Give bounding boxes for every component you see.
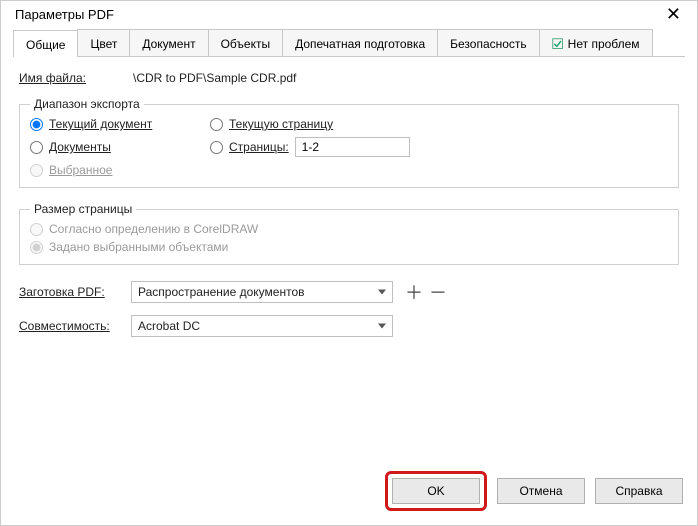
radio-size-corel-input	[30, 223, 43, 236]
tab-objects[interactable]: Объекты	[208, 29, 284, 56]
dialog-content: Общие Цвет Документ Объекты Допечатная п…	[1, 29, 697, 461]
tab-color-label: Цвет	[90, 37, 117, 51]
radio-current-page[interactable]: Текущую страницу	[210, 117, 460, 131]
dialog-window: Параметры PDF ✕ Общие Цвет Документ Объе…	[0, 0, 698, 526]
tab-color[interactable]: Цвет	[77, 29, 130, 56]
check-icon	[552, 38, 564, 50]
preset-row: Заготовка PDF: Распространение документо…	[19, 279, 679, 305]
export-range-legend: Диапазон экспорта	[30, 97, 144, 111]
radio-size-corel-label: Согласно определению в CorelDRAW	[49, 222, 258, 236]
tab-objects-label: Объекты	[221, 37, 271, 51]
filename-label: Имя файла:	[19, 71, 129, 85]
radio-size-objects: Задано выбранными объектами	[30, 240, 668, 254]
tab-security[interactable]: Безопасность	[437, 29, 540, 56]
tab-general[interactable]: Общие	[13, 30, 78, 57]
close-icon[interactable]: ✕	[660, 5, 687, 23]
filename-value: \CDR to PDF\Sample CDR.pdf	[129, 69, 679, 87]
tab-prepress-label: Допечатная подготовка	[295, 37, 425, 51]
tab-prepress[interactable]: Допечатная подготовка	[282, 29, 438, 56]
radio-documents-label: Документы	[49, 140, 111, 154]
tab-panel-general: Имя файла: \CDR to PDF\Sample CDR.pdf Ди…	[13, 57, 685, 351]
titlebar: Параметры PDF ✕	[1, 1, 697, 29]
page-size-legend: Размер страницы	[30, 202, 136, 216]
compat-combobox[interactable]: Acrobat DC	[131, 315, 393, 337]
preset-remove-icon[interactable]: －	[429, 279, 447, 305]
export-range-group: Диапазон экспорта Текущий документ Текущ…	[19, 97, 679, 188]
radio-size-corel: Согласно определению в CorelDRAW	[30, 222, 668, 236]
tab-security-label: Безопасность	[450, 37, 527, 51]
radio-current-doc-input[interactable]	[30, 118, 43, 131]
radio-current-page-label: Текущую страницу	[229, 117, 333, 131]
radio-documents[interactable]: Документы	[30, 140, 210, 154]
tab-noproblems[interactable]: Нет проблем	[539, 29, 653, 56]
preset-add-remove: ＋ －	[405, 279, 447, 305]
ok-highlight-ring: OK	[385, 471, 487, 511]
page-size-group: Размер страницы Согласно определению в C…	[19, 202, 679, 265]
filename-row: Имя файла: \CDR to PDF\Sample CDR.pdf	[19, 69, 679, 87]
tab-row: Общие Цвет Документ Объекты Допечатная п…	[13, 29, 685, 57]
preset-value: Распространение документов	[138, 285, 305, 299]
radio-selection-label: Выбранное	[49, 163, 112, 177]
radio-size-objects-label: Задано выбранными объектами	[49, 240, 228, 254]
preset-label: Заготовка PDF:	[19, 285, 131, 299]
tab-document[interactable]: Документ	[129, 29, 208, 56]
radio-pages-input[interactable]	[210, 141, 223, 154]
radio-current-page-input[interactable]	[210, 118, 223, 131]
compat-label: Совместимость:	[19, 319, 131, 333]
radio-current-doc[interactable]: Текущий документ	[30, 117, 210, 131]
tab-document-label: Документ	[142, 37, 195, 51]
dialog-footer: OK Отмена Справка	[1, 461, 697, 525]
tab-noproblems-label: Нет проблем	[568, 37, 640, 51]
tab-general-label: Общие	[26, 38, 65, 52]
preset-combobox[interactable]: Распространение документов	[131, 281, 393, 303]
radio-selection-input	[30, 164, 43, 177]
radio-pages[interactable]: Страницы:	[210, 137, 460, 157]
help-button[interactable]: Справка	[595, 478, 683, 504]
radio-documents-input[interactable]	[30, 141, 43, 154]
pages-input[interactable]	[295, 137, 410, 157]
compat-row: Совместимость: Acrobat DC	[19, 315, 679, 337]
radio-current-doc-label: Текущий документ	[49, 117, 152, 131]
cancel-button[interactable]: Отмена	[497, 478, 585, 504]
compat-value: Acrobat DC	[138, 319, 200, 333]
window-title: Параметры PDF	[15, 7, 114, 22]
ok-button[interactable]: OK	[392, 478, 480, 504]
radio-selection: Выбранное	[30, 163, 210, 177]
radio-size-objects-input	[30, 241, 43, 254]
preset-add-icon[interactable]: ＋	[405, 279, 423, 305]
radio-pages-label: Страницы:	[229, 140, 289, 154]
